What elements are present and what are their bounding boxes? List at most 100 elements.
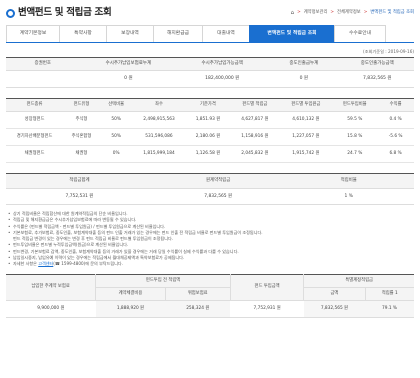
table-row: 9,900,000 원 1,888,920 원 258,324 원 7,752,… [6, 300, 414, 318]
table-header-row: 적립금합계 원계약적립금 적립비율 [6, 173, 414, 189]
table-cell: 50% [99, 128, 133, 146]
table-cell: 24.7 % [332, 145, 378, 163]
table-cell: 7,832,565 원 [303, 300, 365, 318]
tab-fees[interactable]: 수수료안내 [334, 25, 386, 42]
table-cell: 531,596,086 [132, 128, 186, 146]
table-cell: 7,752,531 원 [6, 188, 153, 205]
table-cell: 0 원 [267, 70, 341, 88]
column-header: 특별계정적립금 [303, 274, 414, 288]
note-text: 자세한 사항은 고객센터(☎ 1599-4800)에 문의 부탁드립니다. [13, 261, 123, 267]
table-cell: 경기자산배분형펀드 [6, 128, 64, 146]
breadcrumb: ⌂ > 계약정보관리 > 전체계약정보 > 변액펀드 및 적립금 조회 [291, 10, 414, 17]
table-cell: 79.1 % [365, 300, 414, 318]
column-header: 위험보험료 [164, 287, 231, 301]
column-header: 원계약적립금 [152, 173, 284, 189]
table-cell: 50% [99, 111, 133, 129]
table-cell: 4,627,817 원 [230, 111, 280, 129]
table-header-row: 펀드종류 펀드유형 선택비율 좌수 기준가격 펀드별 적립금 펀드별 투입원금 … [6, 98, 414, 112]
table-cell: 0.4 % [377, 111, 414, 129]
table-cell: 주식혼합형 [63, 128, 100, 146]
table-cell: 59.5 % [332, 111, 378, 129]
column-header: 펀드종류 [6, 98, 64, 112]
table-cell: 1,158,916 원 [230, 128, 280, 146]
table-header-row: 증권번호 수시추가납입보험료누계 수시추가납입가능금액 중도인출금누계 중도인출… [6, 57, 414, 71]
table-cell: 1,126.58 원 [185, 145, 231, 163]
column-header: 금액 [303, 287, 366, 301]
breadcrumb-separator-icon: > [297, 10, 301, 16]
reference-date: (조회기준일 : 2019-09-16) [363, 49, 414, 54]
page-header: 변액펀드 및 적립금 조회 ⌂ > 계약정보관리 > 전체계약정보 > 변액펀드… [6, 4, 414, 22]
table-cell: 7,832,565 원 [340, 70, 414, 88]
table-cell: 7,832,565 원 [152, 188, 284, 205]
column-header: 적립률 1 [364, 287, 414, 301]
column-header: 기준가격 [185, 98, 231, 112]
column-header: 펀드별 투입원금 [279, 98, 333, 112]
column-header: 펀드별 적립금 [230, 98, 280, 112]
column-header: 선택비율 [99, 98, 133, 112]
customer-center-link[interactable]: 고객센터 [38, 261, 53, 266]
circle-bullet-icon [6, 8, 15, 18]
totals-table: 적립금합계 원계약적립금 적립비율 7,752,531 원 7,832,565 … [6, 173, 414, 205]
table-cell: 6.8 % [377, 145, 414, 163]
column-header: 적립금합계 [6, 173, 153, 189]
table-row: 0 원 182,400,000 원 0 원 7,832,565 원 [6, 70, 414, 88]
page: 변액펀드 및 적립금 조회 ⌂ > 계약정보관리 > 전체계약정보 > 변액펀드… [0, 0, 420, 378]
column-header: 중도인출금누계 [267, 57, 341, 71]
tab-riders[interactable]: 특약사항 [59, 25, 107, 42]
table-cell: 채권형 [63, 145, 100, 163]
table-cell: 2,045,832 원 [230, 145, 280, 163]
table-cell: 0 원 [79, 70, 178, 88]
column-header: 펀드투입비율 [332, 98, 378, 112]
table-cell: 1,227,057 원 [279, 128, 333, 146]
table-cell: 0% [99, 145, 133, 163]
table-cell: 성장형펀드 [6, 111, 64, 129]
table-cell: 주식형 [63, 111, 100, 129]
table-row: 경기자산배분형펀드 주식혼합형 50% 531,596,086 2,180.06… [6, 128, 414, 146]
summary-table: 증권번호 수시추가납입보험료누계 수시추가납입가능금액 중도인출금누계 중도인출… [6, 57, 414, 88]
table-cell: 채권형펀드 [6, 145, 64, 163]
table-cell: 9,900,000 원 [6, 300, 96, 318]
tab-variable-fund[interactable]: 변액펀드 및 적립금 조회 [249, 25, 335, 42]
table-cell: 1,851.93 원 [185, 111, 231, 129]
column-header: 펀드유형 [63, 98, 100, 112]
table-cell: 1,815,999,184 [132, 145, 186, 163]
table-cell: 7,752,931 원 [230, 300, 304, 318]
breadcrumb-separator-icon: > [363, 10, 368, 16]
column-header: 적립비율 [283, 173, 414, 189]
tab-bar: 계약기본정보 특약사항 보장내역 해지환급금 대출내역 변액펀드 및 적립금 조… [6, 25, 414, 43]
column-header: 수시추가납입보험료누계 [79, 57, 178, 71]
tab-surrender-value[interactable]: 해지환급금 [153, 25, 203, 42]
table-row: 채권형펀드 채권형 0% 1,815,999,184 1,126.58 원 2,… [6, 145, 414, 163]
column-header: 좌수 [132, 98, 186, 112]
table-cell: 1,888,920 원 [95, 300, 166, 318]
tab-contract-info[interactable]: 계약기본정보 [6, 25, 60, 42]
table-cell: 15.8 % [332, 128, 378, 146]
fund-injection-table: 납입한 주계약 보험료 펀드투입 전 적립액 펀드 투입금액 특별계정적립금 계… [6, 273, 414, 318]
fund-table: 펀드종류 펀드유형 선택비율 좌수 기준가격 펀드별 적립금 펀드별 투입원금 … [6, 98, 414, 163]
column-header: 펀드 투입금액 [229, 274, 305, 301]
table-cell: 2,180.06 원 [185, 128, 231, 146]
tab-coverage[interactable]: 보장내역 [106, 25, 154, 42]
column-header: 계약체결비용 [95, 287, 166, 301]
page-title: 변액펀드 및 적립금 조회 [6, 7, 112, 19]
breadcrumb-item[interactable]: 계약정보관리 [304, 10, 328, 15]
column-header: 수익률 [377, 98, 414, 112]
table-cell: -5.6 % [377, 128, 414, 146]
notes-list: • 상기 적립비율은 적립합산에 대한 원계약적립금의 단순 비율입니다. • 적립… [6, 211, 414, 268]
tab-loans[interactable]: 대출내역 [202, 25, 250, 42]
column-header: 증권번호 [6, 57, 80, 71]
breadcrumb-separator-icon: > [330, 10, 335, 16]
breadcrumb-item[interactable]: 전체계약정보 [337, 10, 361, 15]
table-cell: 4,610,132 원 [279, 111, 333, 129]
table-row: 성장형펀드 주식형 50% 2,498,915,563 1,851.93 원 4… [6, 111, 414, 129]
column-header: 펀드투입 전 적립액 [95, 274, 231, 288]
policy-number [6, 70, 80, 88]
table-row: 7,752,531 원 7,832,565 원 1 % [6, 188, 414, 205]
column-header: 중도인출가능금액 [340, 57, 414, 71]
column-header: 수시추가납입가능금액 [177, 57, 268, 71]
home-icon[interactable]: ⌂ [291, 10, 295, 17]
breadcrumb-current: 변액펀드 및 적립금 조회 [370, 10, 414, 16]
page-title-text: 변액펀드 및 적립금 조회 [18, 7, 112, 19]
table-cell: 182,400,000 원 [177, 70, 268, 88]
list-item: • 자세한 사항은 고객센터(☎ 1599-4800)에 문의 부탁드립니다. [8, 261, 123, 267]
